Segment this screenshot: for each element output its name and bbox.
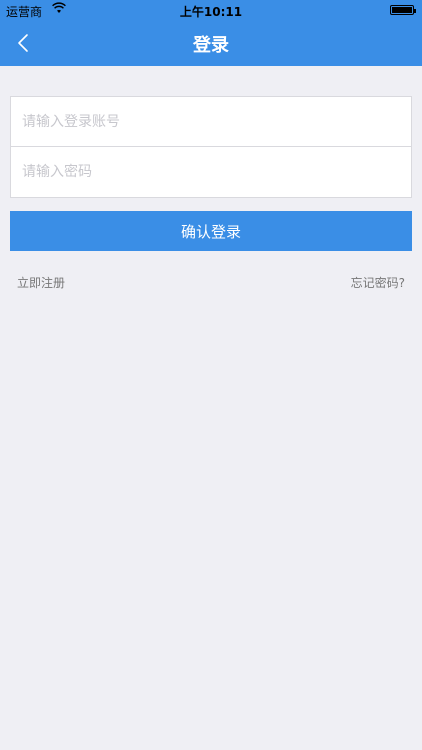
battery-icon (390, 5, 416, 15)
login-form (10, 96, 412, 198)
confirm-login-button[interactable]: 确认登录 (10, 211, 412, 251)
forgot-password-link[interactable]: 忘记密码? (351, 274, 405, 291)
page-title: 登录 (193, 35, 229, 56)
password-input[interactable] (22, 147, 411, 197)
account-field-row (11, 97, 411, 147)
register-link[interactable]: 立即注册 (17, 274, 65, 291)
status-bar: 运营商 上午10:11 (0, 0, 422, 20)
navigation-bar: 登录 (0, 20, 422, 66)
link-row: 立即注册 忘记密码? (17, 274, 405, 292)
password-field-row (11, 147, 411, 197)
account-input[interactable] (22, 97, 411, 146)
status-time: 上午10:11 (179, 5, 243, 19)
